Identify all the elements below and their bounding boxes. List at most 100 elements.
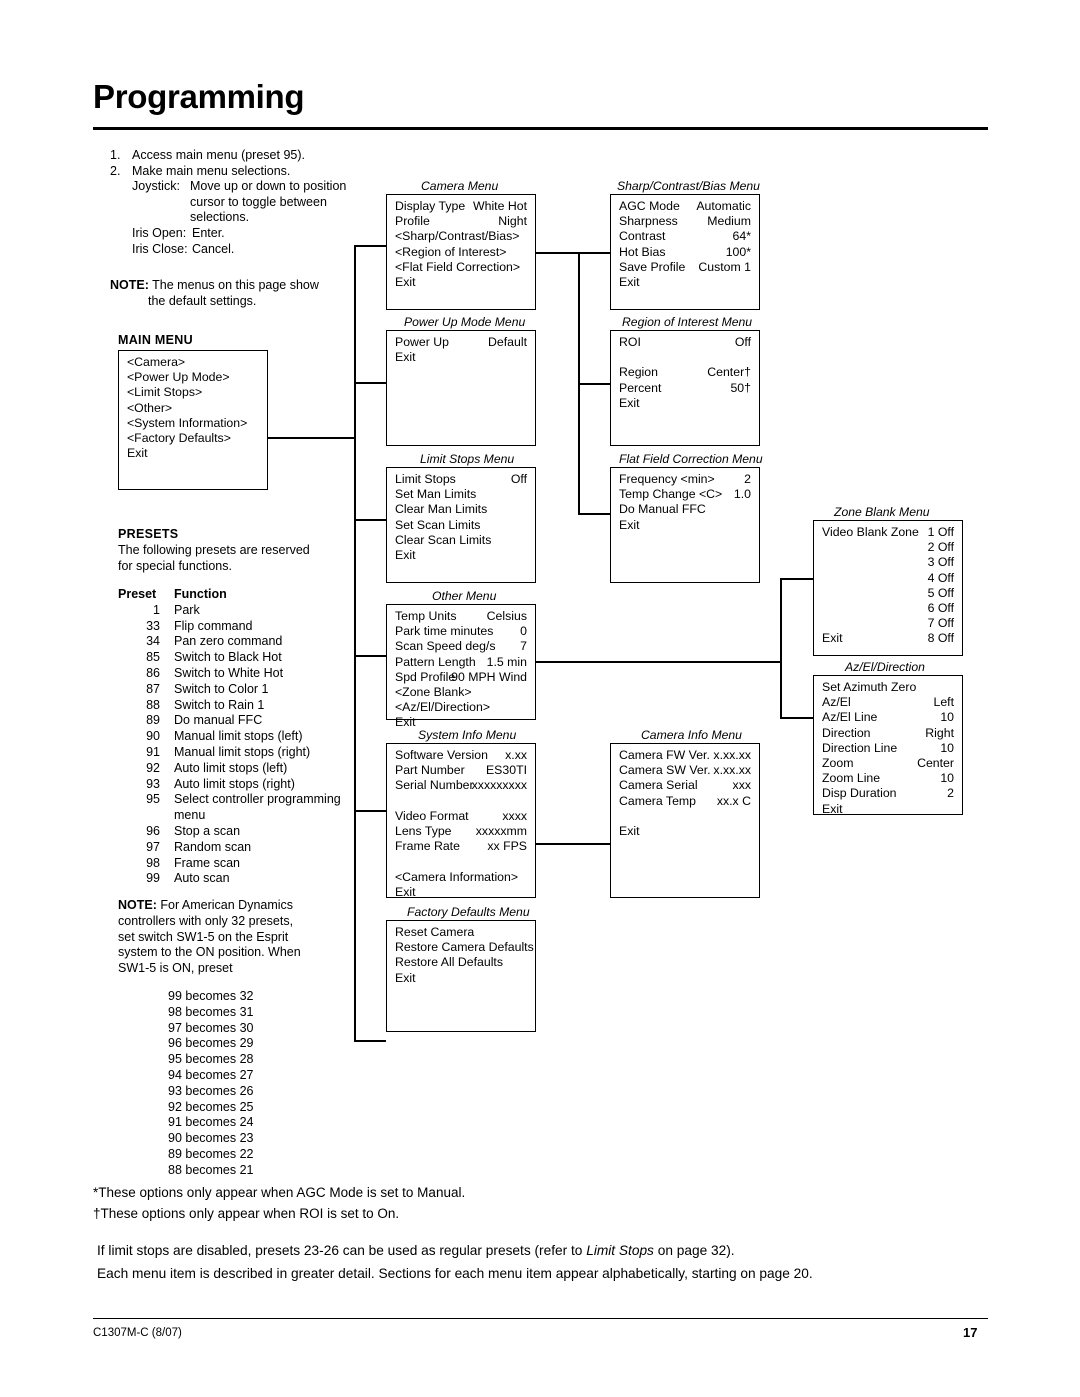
paragraph-1-a: If limit stops are disabled, presets 23-… — [97, 1243, 587, 1258]
row-label: Lens Type — [395, 824, 452, 839]
connector — [354, 382, 386, 384]
row-label: Scan Speed deg/s — [395, 639, 496, 654]
preset-number: 95 — [146, 792, 160, 807]
list-item: 99 becomes 32 — [168, 989, 254, 1003]
page-title: Programming — [93, 78, 305, 115]
row-label: Set Man Limits — [395, 487, 477, 502]
menu-row — [387, 794, 535, 809]
limit-menu-title: Limit Stops Menu — [420, 452, 515, 466]
list-item: 94 becomes 27 — [168, 1067, 254, 1082]
caminfo-menu-box: Camera FW Ver. x.xx.xx Camera SW Ver. x.xx… — [610, 743, 760, 898]
presets-note-line-5: SW1-5 is ON, preset — [118, 961, 233, 976]
presets-note-line-4: system to the ON position. When — [118, 945, 301, 960]
row-label: AGC Mode — [619, 199, 680, 213]
menu-row: <Zone Blank> — [387, 685, 535, 700]
step-1-text: Access main menu (preset 95). — [132, 148, 305, 162]
connector — [536, 661, 780, 663]
menu-row: Park time minutes 0 — [387, 624, 535, 639]
row-value: Left — [933, 695, 954, 710]
row-label: Set Azimuth Zero — [822, 680, 917, 694]
menu-row: Exit — [387, 350, 535, 365]
connector — [354, 655, 386, 657]
connector — [578, 513, 610, 515]
menu-row: Set Man Limits — [387, 487, 535, 502]
preset-number: 85 — [146, 650, 160, 665]
row-value: Center — [917, 756, 954, 771]
preset-number: 91 — [146, 744, 160, 759]
row-label: <Sharp/Contrast/Bias> — [395, 229, 520, 244]
row-value: 100* — [725, 244, 751, 259]
list-item: 96 becomes 29 — [168, 1036, 254, 1051]
row-label: Camera SW Ver. — [619, 763, 711, 778]
row-label: Camera Serial — [619, 778, 698, 793]
table-row: 96 Stop a scan — [118, 824, 378, 840]
main-menu-item: <Other> — [127, 400, 173, 415]
azel-menu-box: Set Azimuth Zero Az/El Left Az/El Line 10 … — [813, 675, 963, 816]
menu-row: 2 Off — [814, 540, 962, 555]
paragraph-1-b: on page 32). — [653, 1243, 735, 1258]
footer-page-number: 17 — [963, 1325, 978, 1340]
preset-function: Pan zero command — [174, 634, 283, 649]
connector — [780, 578, 813, 580]
menu-row: Limit Stops Off — [387, 472, 535, 487]
menu-row: Direction Line 10 — [814, 741, 962, 756]
step-2-number: 2. — [110, 163, 121, 178]
row-value: xx FPS — [487, 839, 527, 854]
row-label: Region — [619, 365, 658, 380]
preset-number: 97 — [146, 839, 160, 854]
presets-note-line-3: set switch SW1-5 on the Esprit — [118, 929, 289, 944]
row-label: Direction — [822, 725, 871, 740]
menu-row: Camera Serial xxx — [611, 778, 759, 793]
joystick-line-2: cursor to toggle between — [190, 194, 327, 209]
menu-row: Serial Number xxxxxxxxx — [387, 778, 535, 793]
row-value: 6 Off — [927, 601, 954, 616]
connector — [354, 1040, 386, 1042]
preset-function: Stop a scan — [174, 823, 241, 838]
paragraph-1-italic: Limit Stops — [586, 1243, 654, 1258]
powerup-menu-box: Power Up Default Exit — [386, 330, 536, 446]
presets-note-line-1: For American Dynamics — [160, 898, 294, 912]
connector — [780, 717, 813, 719]
camera-menu-box: Display Type White Hot Profile Night <Shar… — [386, 194, 536, 310]
row-value: Off — [510, 472, 527, 486]
row-label: Exit — [395, 715, 416, 730]
row-value: xxxxxmm — [475, 824, 527, 839]
preset-number: 33 — [146, 618, 160, 633]
footer-doc-id: C1307M-C (8/07) — [93, 1327, 182, 1339]
list-item: 90 becomes 23 — [168, 1131, 254, 1146]
row-value: 4 Off — [927, 570, 954, 585]
preset-function: Manual limit stops (right) — [174, 744, 311, 759]
preset-number: 92 — [146, 760, 160, 775]
row-value: Custom 1 — [698, 259, 751, 274]
presets-note-label: NOTE: — [118, 898, 157, 912]
joystick-label: Joystick: — [132, 179, 180, 194]
title-divider — [93, 127, 988, 130]
menu-row: Direction Right — [814, 726, 962, 741]
table-row: menu — [118, 808, 378, 824]
menu-row: Profile Night — [387, 214, 535, 229]
table-row: 97 Random scan — [118, 840, 378, 856]
other-menu-box: Temp Units Celsius Park time minutes 0 Sca… — [386, 604, 536, 729]
menu-row — [387, 854, 535, 869]
preset-number: 86 — [146, 665, 160, 680]
row-value: 1.0 — [733, 487, 751, 502]
row-value: 2 Off — [927, 540, 954, 555]
row-label: Part Number — [395, 763, 465, 778]
row-label: Restore Camera Defaults — [395, 940, 534, 955]
row-label: Exit — [395, 884, 416, 899]
row-label: Temp Change <C> — [619, 487, 723, 502]
main-menu-item: <Limit Stops> — [127, 385, 203, 400]
row-label: Az/El Line — [822, 710, 878, 725]
other-menu-title: Other Menu — [432, 589, 497, 603]
row-label: Exit — [395, 275, 416, 290]
preset-function: Auto limit stops (right) — [174, 776, 295, 791]
connector — [780, 578, 782, 718]
step-2: 2. Make main menu selections. — [110, 164, 370, 180]
menu-row: Temp Units Celsius — [387, 609, 535, 624]
presets-col-preset: Preset — [118, 587, 157, 601]
row-label: Limit Stops — [395, 472, 456, 486]
presets-col-function: Function — [174, 587, 227, 601]
menu-row: Frequency <min> 2 — [611, 472, 759, 487]
list-item: 98 becomes 31 — [168, 1004, 254, 1019]
presets-intro-line-1: The following presets are reserved — [118, 543, 310, 557]
